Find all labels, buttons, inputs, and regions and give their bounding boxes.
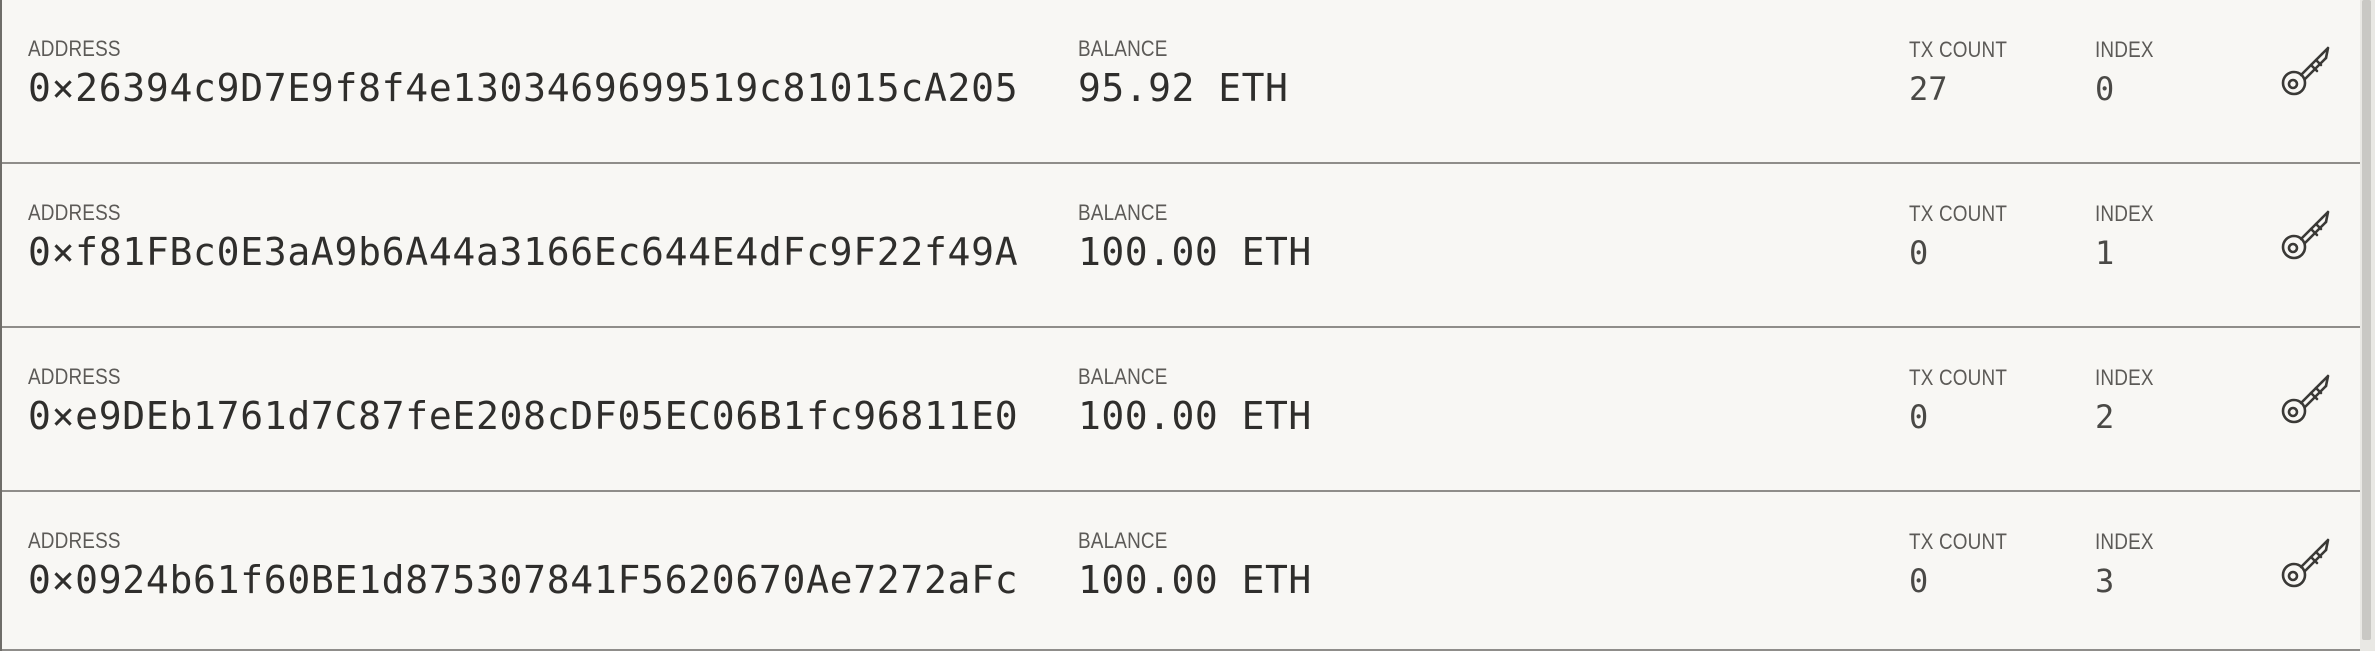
tx-count-label: TX COUNT	[1909, 37, 2008, 62]
address-value: 0×f81FBc0E3aA9b6A44a3166Ec644E4dFc9F22f4…	[28, 230, 1019, 274]
index-label: INDEX	[2095, 529, 2154, 554]
key-icon	[2281, 374, 2330, 424]
account-row: ADDRESS 0×26394c9D7E9f8f4e1303469699519c…	[2, 0, 2360, 164]
address-label: ADDRESS	[28, 364, 121, 389]
balance-label: BALANCE	[1078, 528, 1168, 553]
address-label: ADDRESS	[28, 528, 121, 553]
account-row: ADDRESS 0×e9DEb1761d7C87feE208cDF05EC06B…	[2, 328, 2360, 492]
scrollbar-thumb[interactable]	[2362, 0, 2371, 640]
balance-value: 100.00 ETH	[1078, 394, 1312, 438]
tx-count-value: 0	[1909, 562, 1929, 600]
index-label: INDEX	[2095, 201, 2154, 226]
address-label: ADDRESS	[28, 200, 121, 225]
index-value: 2	[2095, 398, 2115, 436]
address-value: 0×0924b61f60BE1d875307841F5620670Ae7272a…	[28, 558, 1019, 602]
index-value: 0	[2095, 70, 2115, 108]
index-label: INDEX	[2095, 37, 2154, 62]
tx-count-label: TX COUNT	[1909, 529, 2008, 554]
balance-value: 95.92 ETH	[1078, 66, 1289, 110]
balance-value: 100.00 ETH	[1078, 558, 1312, 602]
address-value: 0×e9DEb1761d7C87feE208cDF05EC06B1fc96811…	[28, 394, 1019, 438]
show-keys-button[interactable]	[2278, 532, 2334, 596]
account-row: ADDRESS 0×0924b61f60BE1d875307841F562067…	[2, 492, 2360, 651]
balance-label: BALANCE	[1078, 200, 1168, 225]
balance-label: BALANCE	[1078, 36, 1168, 61]
tx-count-label: TX COUNT	[1909, 365, 2008, 390]
scrollbar[interactable]	[2360, 0, 2375, 651]
address-value: 0×26394c9D7E9f8f4e1303469699519c81015cA2…	[28, 66, 1019, 110]
tx-count-value: 27	[1909, 70, 1948, 108]
balance-label: BALANCE	[1078, 364, 1168, 389]
key-icon	[2281, 46, 2330, 96]
index-label: INDEX	[2095, 365, 2154, 390]
key-icon	[2281, 210, 2330, 260]
balance-value: 100.00 ETH	[1078, 230, 1312, 274]
show-keys-button[interactable]	[2278, 204, 2334, 268]
account-row: ADDRESS 0×f81FBc0E3aA9b6A44a3166Ec644E4d…	[2, 164, 2360, 328]
tx-count-value: 0	[1909, 234, 1929, 272]
index-value: 1	[2095, 234, 2115, 272]
show-keys-button[interactable]	[2278, 368, 2334, 432]
show-keys-button[interactable]	[2278, 40, 2334, 104]
tx-count-value: 0	[1909, 398, 1929, 436]
accounts-list: ADDRESS 0×26394c9D7E9f8f4e1303469699519c…	[0, 0, 2360, 651]
address-label: ADDRESS	[28, 36, 121, 61]
key-icon	[2281, 538, 2330, 588]
tx-count-label: TX COUNT	[1909, 201, 2008, 226]
index-value: 3	[2095, 562, 2115, 600]
